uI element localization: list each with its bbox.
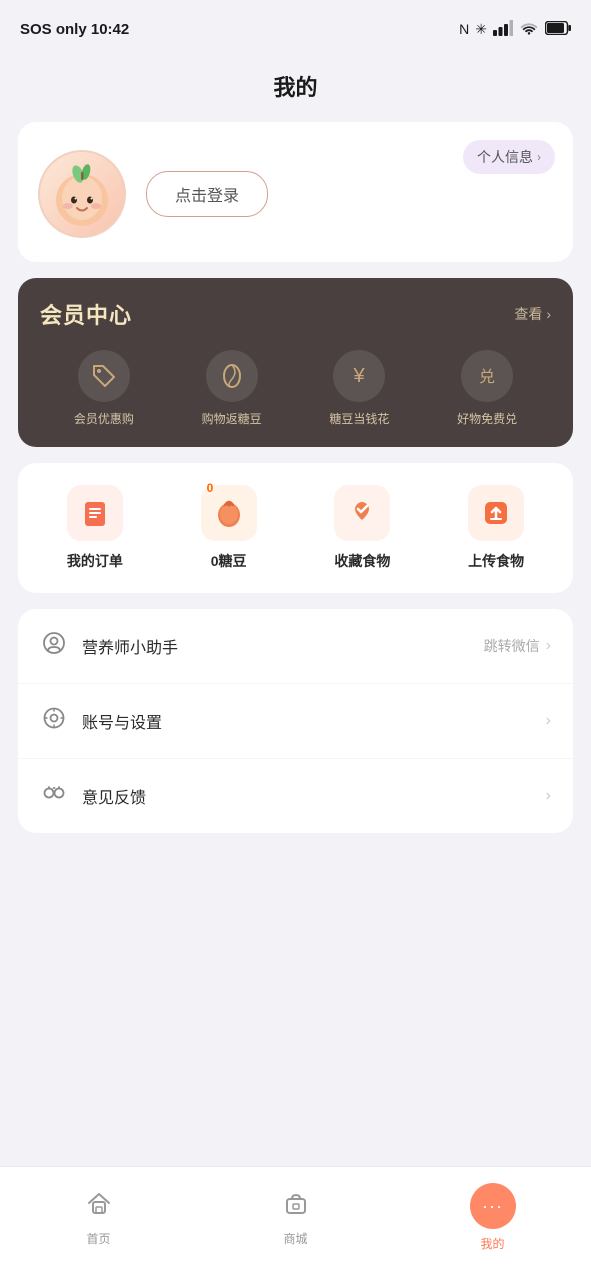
member-icons: 会员优惠购 购物返糖豆 ¥ 糖豆当钱花 [40,350,551,427]
candy-action[interactable]: 0 0糖豆 [201,485,257,571]
home-label: 首页 [86,1230,110,1247]
collect-label: 收藏食物 [334,551,390,571]
order-icon [67,485,123,541]
menu-item-settings[interactable]: 账号与设置 › [18,684,573,759]
nav-shop[interactable]: 商城 [261,1189,331,1247]
mine-active-icon: ··· [470,1183,516,1229]
member-icon-label: 糖豆当钱花 [329,410,389,427]
menu-right: › [546,787,551,805]
member-icon-item[interactable]: ¥ 糖豆当钱花 [329,350,389,427]
member-center: 会员中心 查看 › 会员优惠购 [18,278,573,447]
home-icon [85,1189,113,1224]
menu-list: 营养师小助手 跳转微信 › 账号与设置 › [18,609,573,833]
feedback-icon [40,781,68,811]
svg-text:兑: 兑 [479,368,495,386]
member-icon-label: 好物免费兑 [457,410,517,427]
member-view-button[interactable]: 查看 › [514,304,551,324]
page-title: 我的 [0,70,591,102]
chevron-right-icon: › [546,306,551,322]
nutritionist-icon [40,631,68,661]
nav-home[interactable]: 首页 [64,1189,134,1247]
member-icon-item[interactable]: 兑 好物免费兑 [457,350,517,427]
login-button[interactable]: 点击登录 [146,171,268,217]
page-title-bar: 我的 [0,54,591,122]
menu-right: › [546,712,551,730]
shop-label: 商城 [283,1230,307,1247]
status-bar: SOS only 10:42 N ✳ [0,0,591,54]
wechat-jump-text: 跳转微信 [484,636,540,656]
menu-right: 跳转微信 › [484,636,551,656]
chevron-right-icon: › [537,150,541,164]
settings-icon [40,706,68,736]
member-icon-item[interactable]: 会员优惠购 [74,350,134,427]
candy-count: 0 [207,481,214,495]
order-label: 我的订单 [67,551,123,571]
member-title: 会员中心 [40,298,132,330]
upload-action[interactable]: 上传食物 [468,485,524,571]
tag-icon [78,350,130,402]
menu-item-feedback[interactable]: 意见反馈 › [18,759,573,833]
bluetooth-icon: ✳ [475,21,487,38]
upload-label: 上传食物 [468,551,524,571]
svg-text:¥: ¥ [353,365,366,387]
bean-icon [206,350,258,402]
member-icon-item[interactable]: 购物返糖豆 [202,350,262,427]
shop-icon [282,1189,310,1224]
battery-icon [545,21,571,38]
member-icon-label: 购物返糖豆 [202,410,262,427]
nfc-icon: N [459,21,469,37]
personal-info-button[interactable]: 个人信息 › [463,140,555,174]
main-content: 个人信息 › [0,122,591,1000]
bottom-nav: 首页 商城 ··· 我的 [0,1166,591,1280]
mine-label: 我的 [480,1235,504,1252]
menu-item-nutritionist[interactable]: 营养师小助手 跳转微信 › [18,609,573,684]
wifi-icon [519,20,539,39]
status-time: SOS only 10:42 [20,21,129,38]
chevron-right-icon: › [546,787,551,805]
nav-mine[interactable]: ··· 我的 [458,1183,528,1252]
collect-action[interactable]: 收藏食物 [334,485,390,571]
avatar [38,150,126,238]
member-icon-label: 会员优惠购 [74,410,134,427]
collect-icon [334,485,390,541]
yuan-icon: ¥ [333,350,385,402]
feedback-label: 意见反馈 [82,784,532,808]
candy-icon: 0 [201,485,257,541]
order-action[interactable]: 我的订单 [67,485,123,571]
nutritionist-label: 营养师小助手 [82,634,470,658]
member-header: 会员中心 查看 › [40,298,551,330]
redeem-icon: 兑 [461,350,513,402]
upload-icon [468,485,524,541]
status-icons: N ✳ [459,20,571,39]
chevron-right-icon: › [546,637,551,655]
chevron-right-icon: › [546,712,551,730]
settings-label: 账号与设置 [82,709,532,733]
quick-actions: 我的订单 0 0糖豆 收藏食物 [18,463,573,593]
signal-icon [493,20,513,39]
candy-label: 0糖豆 [211,551,247,571]
profile-section: 个人信息 › [18,122,573,262]
